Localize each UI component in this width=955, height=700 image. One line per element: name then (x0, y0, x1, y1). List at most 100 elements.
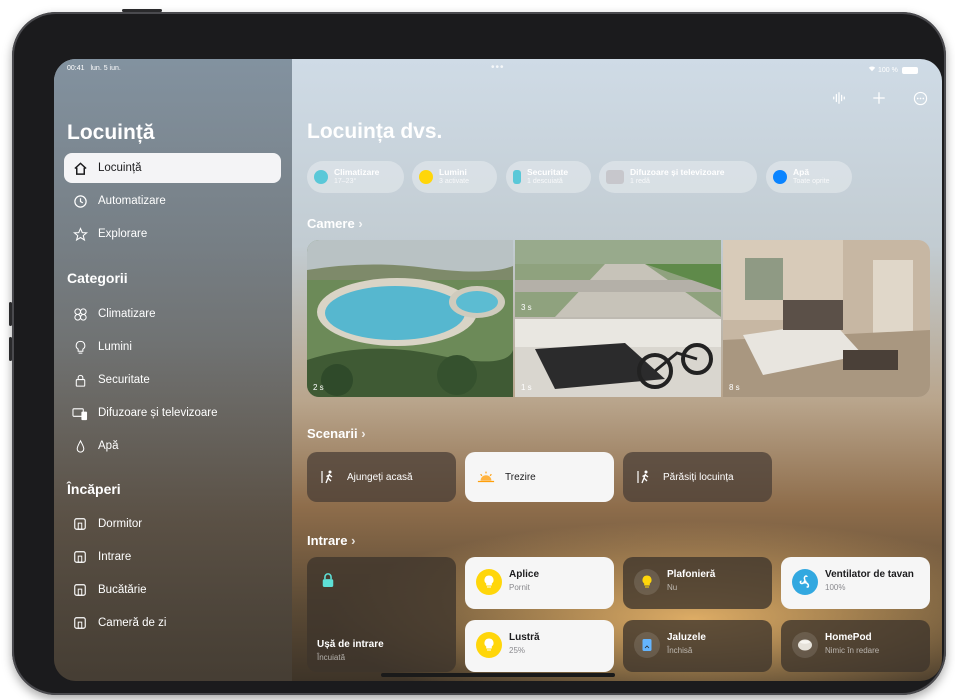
sunrise-icon (477, 468, 495, 486)
battery-text: 100 % (877, 67, 898, 74)
accessory-homepod[interactable]: HomePod Nimic în redare (781, 620, 930, 672)
scenes-header-text: Scenarii (307, 426, 358, 441)
status-time: 00:41 lun. 5 iun. (67, 65, 121, 72)
accessory-ceiling-light[interactable]: Plafonieră Nu (623, 557, 772, 609)
sidebar-item-climate[interactable]: Climatizare (64, 299, 281, 329)
accessory-sconces[interactable]: Aplice Pornit (465, 557, 614, 609)
ellipsis-icon[interactable] (911, 89, 929, 107)
camera-timestamp: 1 s (521, 383, 532, 392)
camera-living-room-image (723, 240, 930, 397)
sidebar-item-speakers-tv[interactable]: Difuzoare și televizoare (64, 398, 281, 428)
accessory-subtitle: Încuiată (317, 653, 346, 662)
accessory-title: Ușă de intrare (317, 639, 384, 650)
camera-garage[interactable]: 1 s (515, 319, 721, 397)
sidebar-item-water[interactable]: Apă (64, 431, 281, 461)
chevron-right-icon: › (361, 426, 366, 441)
chip-security[interactable]: Securitate 1 descuiată (506, 161, 591, 193)
sidebar-item-label: Difuzoare și televizoare (98, 407, 218, 419)
clock-icon (72, 193, 88, 209)
chip-lights[interactable]: Lumini 3 activate (412, 161, 497, 193)
camera-pool[interactable]: 2 s (307, 240, 513, 397)
chip-title: Securitate (527, 167, 569, 178)
sidebar-item-label: Automatizare (98, 195, 166, 207)
time-text: 00:41 (67, 65, 85, 72)
sidebar-item-kitchen[interactable]: Bucătărie (64, 575, 281, 605)
chip-water[interactable]: Apă Toate oprite (766, 161, 852, 193)
accessory-title: Plafonieră (667, 569, 716, 580)
home-indicator[interactable] (381, 673, 615, 677)
sidebar-item-entrance[interactable]: Intrare (64, 542, 281, 572)
tv-speaker-icon (606, 170, 624, 184)
scene-arrive-home[interactable]: Ajungeți acasă (307, 452, 456, 502)
chip-climate[interactable]: Climatizare 17–23° (307, 161, 404, 193)
fan-icon (72, 306, 88, 322)
accessory-blinds[interactable]: Jaluzele Închisă (623, 620, 772, 672)
chip-subtitle: 1 descuiată (527, 177, 563, 185)
accessory-chandelier[interactable]: Lustră 25% (465, 620, 614, 672)
battery-icon (901, 66, 918, 74)
star-icon (72, 226, 88, 242)
camera-timestamp: 2 s (313, 383, 324, 392)
lightbulb-icon (419, 170, 433, 184)
scene-label: Ajungeți acasă (347, 471, 413, 483)
sidebar-item-label: Explorare (98, 228, 148, 240)
chip-title: Apă (793, 167, 810, 178)
chip-title: Climatizare (334, 167, 380, 178)
sidebar-item-label: Bucătărie (98, 584, 147, 596)
sidebar-item-lights[interactable]: Lumini (64, 332, 281, 362)
cameras-section-header[interactable]: Camere › (307, 216, 363, 231)
fan-icon (314, 170, 328, 184)
sidebar-item-explore[interactable]: Explorare (64, 219, 281, 249)
fan-icon (792, 569, 818, 595)
sidebar-item-label: Cameră de zi (98, 617, 167, 629)
tv-speaker-icon (72, 405, 88, 421)
ipad-frame: 00:41 lun. 5 iun. Locuință Locuință Auto… (9, 9, 946, 695)
accessory-ceiling-fan[interactable]: Ventilator de tavan 100% (781, 557, 930, 609)
blinds-icon (634, 632, 660, 658)
chip-title: Lumini (439, 167, 467, 178)
homepod-icon (792, 632, 818, 658)
lock-icon (72, 372, 88, 388)
sidebar-item-security[interactable]: Securitate (64, 365, 281, 395)
accessory-subtitle: Pornit (509, 583, 530, 592)
chip-subtitle: Toate oprite (793, 177, 830, 185)
sidebar-item-automation[interactable]: Automatizare (64, 186, 281, 216)
multitasking-dots[interactable]: ••• (491, 62, 505, 73)
accessory-subtitle: Nimic în redare (825, 646, 880, 655)
status-battery: 100 % (868, 65, 918, 74)
room-icon (72, 615, 88, 631)
room-section-header[interactable]: Intrare › (307, 533, 355, 548)
top-button (122, 9, 162, 12)
accessory-front-door[interactable]: Ușă de intrare Încuiată (307, 557, 456, 672)
sidebar-item-living-room[interactable]: Cameră de zi (64, 608, 281, 638)
date-text: lun. 5 iun. (90, 65, 121, 72)
side-button (9, 302, 12, 326)
scenes-section-header[interactable]: Scenarii › (307, 426, 366, 441)
chip-subtitle: 3 activate (439, 177, 469, 185)
categories-heading: Categorii (67, 270, 128, 286)
scene-leave-home[interactable]: Părăsiți locuința (623, 452, 772, 502)
sidebar-item-bedroom[interactable]: Dormitor (64, 509, 281, 539)
accessory-subtitle: 100% (825, 583, 846, 592)
scene-wake-up[interactable]: Trezire (465, 452, 614, 502)
sidebar-item-label: Apă (98, 440, 119, 452)
waveform-icon[interactable] (830, 89, 848, 107)
accessory-subtitle: Nu (667, 583, 678, 592)
lightbulb-icon (72, 339, 88, 355)
accessory-title: Lustră (509, 632, 540, 643)
lock-icon (513, 170, 521, 184)
camera-garage-image (515, 319, 721, 397)
house-icon (72, 160, 88, 176)
camera-driveway[interactable]: 3 s (515, 240, 721, 317)
sidebar-item-home[interactable]: Locuință (64, 153, 281, 183)
camera-living-room[interactable]: 8 s (723, 240, 930, 397)
lightbulb-icon (476, 632, 502, 658)
plus-icon[interactable] (870, 89, 888, 107)
sidebar-item-label: Locuință (98, 162, 142, 174)
chevron-right-icon: › (351, 533, 356, 548)
chip-subtitle: 17–23° (334, 177, 357, 185)
lock-icon (315, 567, 341, 593)
chip-speakers-tv[interactable]: Difuzoare și televizoare 1 redă (599, 161, 757, 193)
person-walking-in-icon (319, 468, 337, 486)
water-drop-icon (773, 170, 787, 184)
